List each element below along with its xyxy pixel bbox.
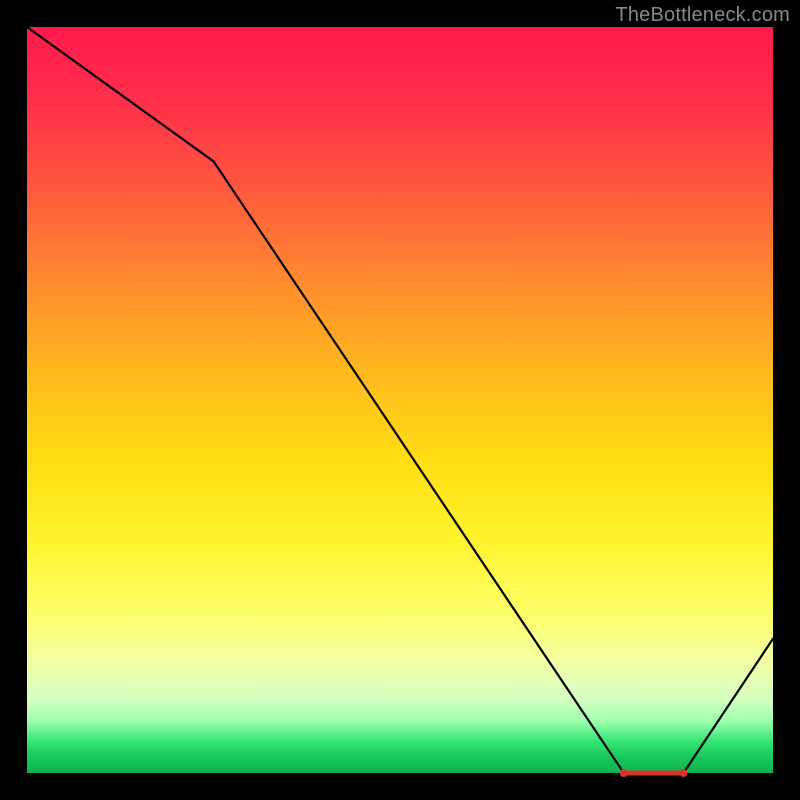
chart-stage: TheBottleneck.com [0,0,800,800]
highlight-segment [624,771,684,776]
highlight-dot-end [680,769,688,777]
highlight-dot-start [620,769,628,777]
chart-series-line [27,27,773,773]
watermark-text: TheBottleneck.com [615,4,790,27]
chart-svg [27,27,773,773]
